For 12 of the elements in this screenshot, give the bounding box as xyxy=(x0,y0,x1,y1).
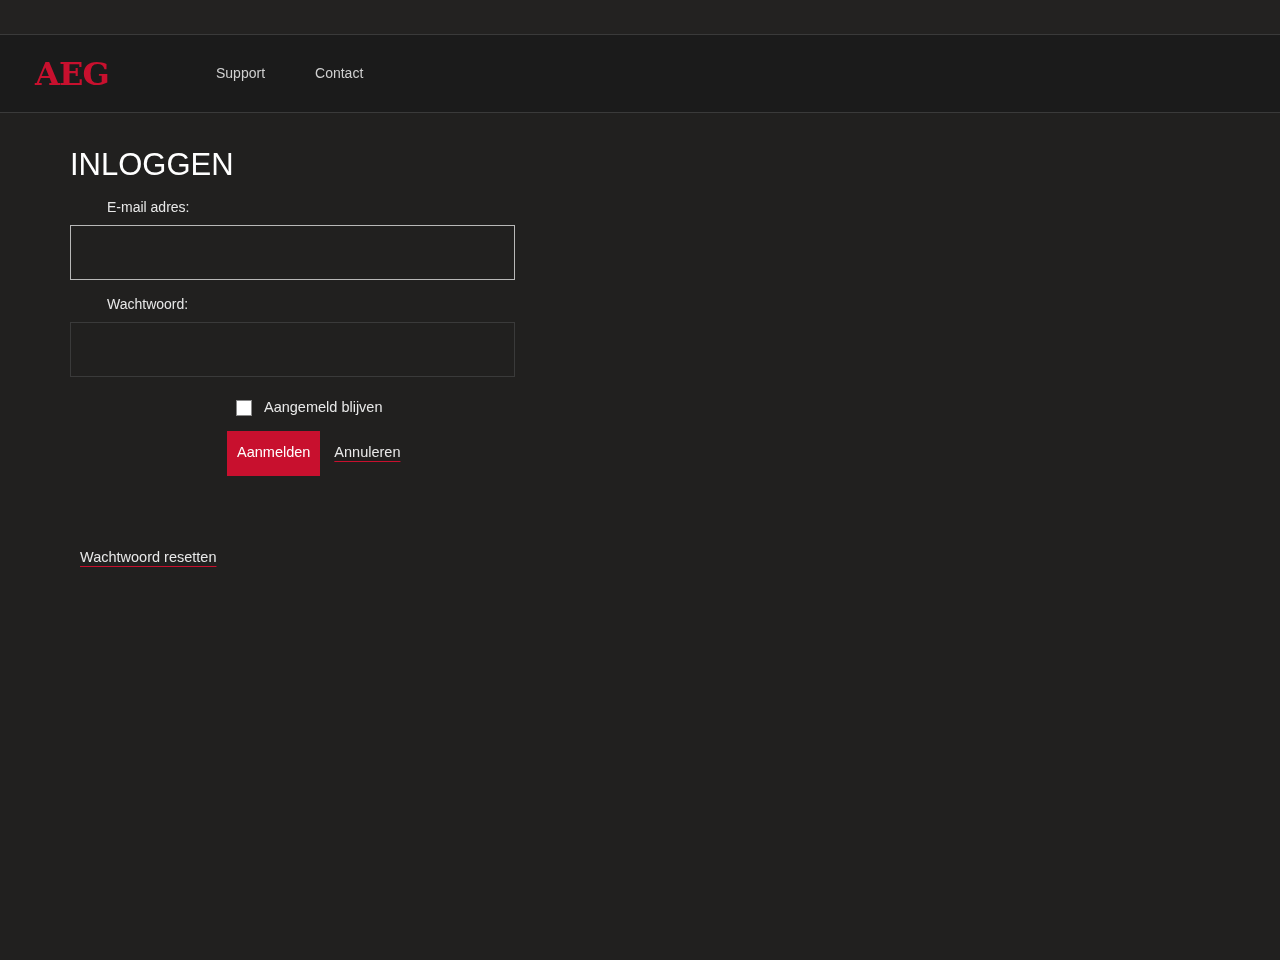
field-label: Wachtwoord: xyxy=(107,296,189,312)
nav-link[interactable]: Support xyxy=(216,63,266,84)
checkbox-label: Aangemeld blijven xyxy=(264,398,383,417)
page-title: INLOGGEN xyxy=(70,147,235,183)
nav-link[interactable]: Contact xyxy=(315,63,364,84)
reset-password-link[interactable]: Wachtwoord resetten xyxy=(80,548,217,565)
field-label: E-mail adres: xyxy=(107,199,190,215)
checkbox[interactable] xyxy=(236,399,252,416)
input-field[interactable] xyxy=(70,322,515,377)
input-field[interactable] xyxy=(70,225,515,280)
login-button[interactable]: Aanmelden xyxy=(227,430,321,476)
cancel-link[interactable]: Annuleren xyxy=(334,442,401,465)
